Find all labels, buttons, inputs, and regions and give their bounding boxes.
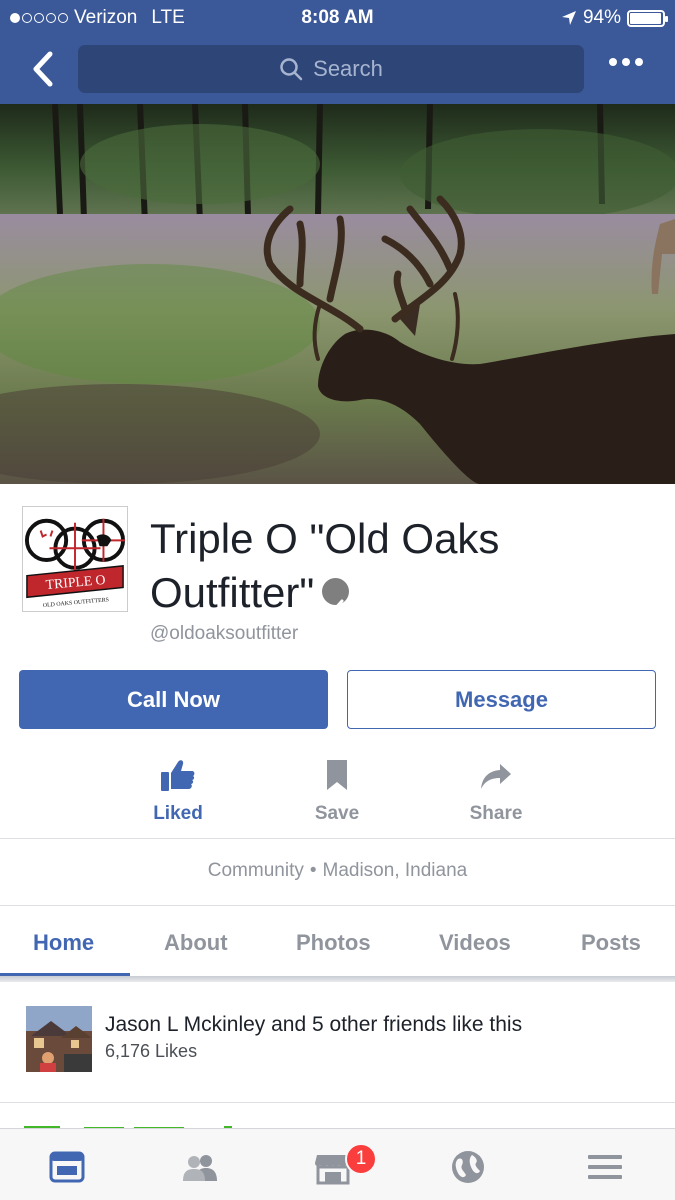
- tab-home[interactable]: Home: [33, 930, 94, 956]
- tab-photos[interactable]: Photos: [296, 930, 371, 956]
- friends-icon[interactable]: [180, 1147, 220, 1187]
- battery-percent: 94%: [582, 7, 621, 28]
- tab-posts[interactable]: Posts: [581, 930, 641, 956]
- menu-icon[interactable]: [585, 1147, 625, 1187]
- message-button[interactable]: Message: [347, 670, 656, 729]
- back-arrow-icon[interactable]: [28, 50, 60, 88]
- status-bar: Verizon LTE 8:08 AM 94%: [0, 0, 675, 36]
- section-separator: [0, 976, 675, 982]
- call-now-button[interactable]: Call Now: [19, 670, 328, 729]
- divider: [0, 838, 675, 839]
- page-title: Triple O "Old Oaks Outfitter": [150, 512, 650, 620]
- search-icon: [280, 58, 303, 81]
- bookmark-icon: [327, 760, 347, 790]
- page-location[interactable]: Madison, Indiana: [323, 860, 468, 881]
- page-meta: Community • Madison, Indiana: [0, 860, 675, 882]
- page-logo[interactable]: TRIPLE O OLD OAKS OUTFITTERS: [22, 506, 128, 612]
- friends-like-text[interactable]: Jason L Mckinley and 5 other friends lik…: [105, 1013, 522, 1037]
- top-bar: Verizon LTE 8:08 AM 94% Search: [0, 0, 675, 104]
- news-feed-icon[interactable]: [47, 1147, 87, 1187]
- liked-button[interactable]: Liked: [123, 755, 233, 825]
- bottom-tab-bar: [0, 1128, 675, 1200]
- thumbs-up-icon: [161, 760, 195, 791]
- liked-label: Liked: [153, 803, 203, 824]
- tab-about[interactable]: About: [164, 930, 228, 956]
- search-placeholder: Search: [313, 56, 383, 81]
- share-label: Share: [469, 803, 523, 824]
- globe-icon[interactable]: [448, 1147, 488, 1187]
- save-button[interactable]: Save: [282, 755, 392, 825]
- page-tabs: Home About Photos Videos Posts: [0, 906, 675, 976]
- tab-videos[interactable]: Videos: [439, 930, 511, 956]
- share-button[interactable]: Share: [441, 755, 551, 825]
- share-arrow-icon: [481, 764, 511, 789]
- cover-photo[interactable]: [0, 104, 675, 484]
- divider: [0, 1102, 675, 1103]
- battery-info: 94%: [561, 7, 668, 29]
- location-arrow-icon: [561, 11, 576, 25]
- likes-count: 6,176 Likes: [105, 1041, 198, 1061]
- battery-icon: [627, 9, 668, 27]
- page-handle[interactable]: @oldoaksoutfitter: [150, 623, 298, 645]
- friend-photo[interactable]: [26, 1006, 92, 1072]
- more-options-icon[interactable]: [609, 58, 643, 66]
- search-input[interactable]: Search: [78, 45, 584, 93]
- marketplace-badge: 1: [345, 1143, 377, 1175]
- verified-badge-icon: [322, 578, 350, 613]
- meta-separator: •: [309, 860, 317, 881]
- page-category[interactable]: Community: [208, 860, 304, 881]
- save-label: Save: [314, 803, 360, 824]
